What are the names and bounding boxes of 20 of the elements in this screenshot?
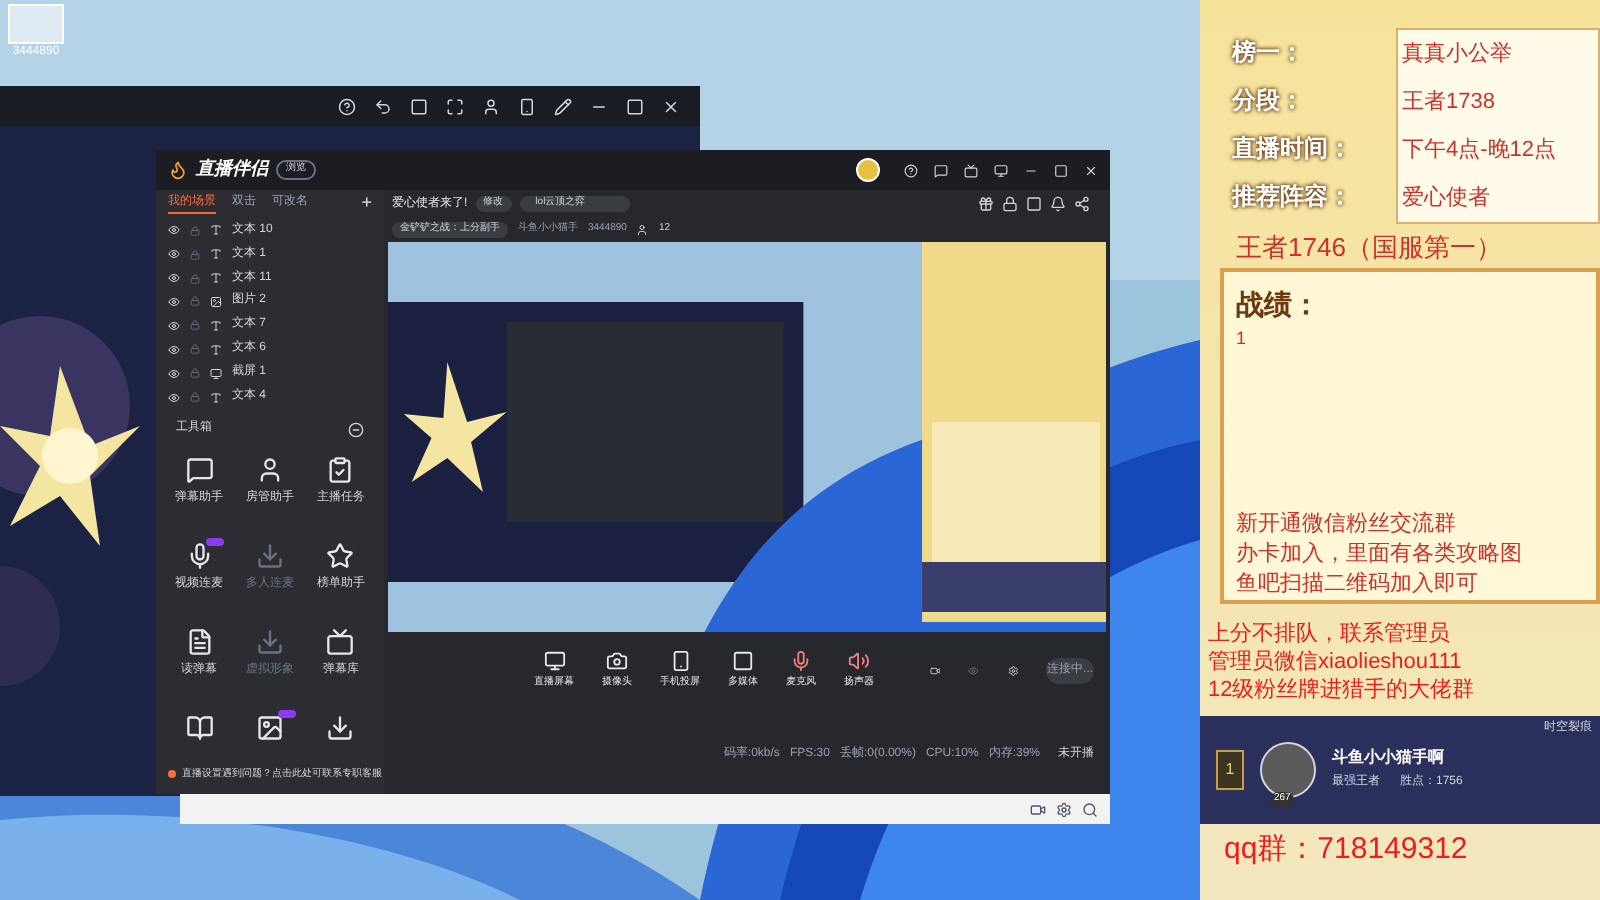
overlay-label: 直播时间： bbox=[1232, 132, 1354, 166]
overlay-value: 下午4点-晚12点 bbox=[1402, 135, 1559, 166]
contact-line: 管理员微信xiaolieshou111 bbox=[1208, 647, 1464, 675]
overlay-value: 王者1738 bbox=[1402, 88, 1497, 118]
contact-line: 12级粉丝牌进猎手的大佬群 bbox=[1208, 675, 1477, 703]
player-name: 斗鱼小小猫手啊 bbox=[1332, 746, 1446, 770]
record-title: 战绩： bbox=[1236, 285, 1322, 323]
rank-text: 王者1746（国服第一） bbox=[1236, 230, 1504, 266]
overlay-value: 爱心使者 bbox=[1402, 183, 1492, 214]
contact-line: 上分不排队，联系管理员 bbox=[1208, 619, 1452, 647]
group-info-line: 鱼吧扫描二维码加入即可 bbox=[1236, 569, 1480, 599]
qq-group-text: qq群：718149312 bbox=[1224, 829, 1470, 869]
rank-badge: 1 bbox=[1216, 749, 1244, 789]
group-info-line: 办卡加入，里面有各类攻略图 bbox=[1236, 539, 1524, 569]
overlay-label: 榜一： bbox=[1232, 36, 1306, 70]
overlay-value: 真真小公举 bbox=[1402, 39, 1514, 70]
overlay-label: 推荐阵容： bbox=[1232, 180, 1354, 214]
record-value: 1 bbox=[1236, 325, 1249, 351]
group-info-line: 新开通微信粉丝交流群 bbox=[1236, 509, 1458, 539]
overlay-label: 分段： bbox=[1232, 84, 1306, 118]
